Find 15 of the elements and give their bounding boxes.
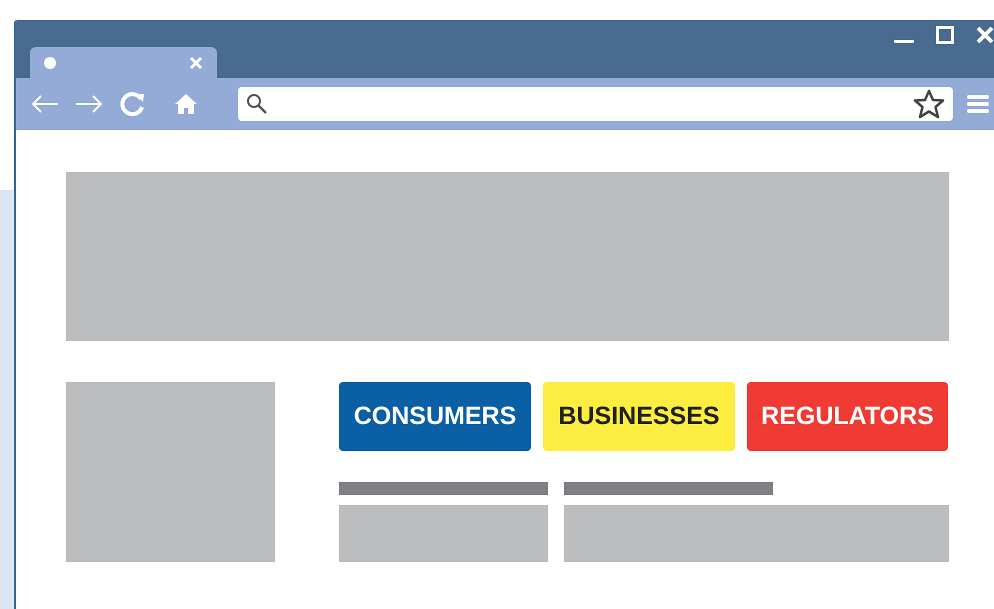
category-button[interactable]: BUSINESSES: [543, 382, 735, 451]
forward-arrow-icon[interactable]: [74, 94, 104, 114]
search-icon: [246, 93, 268, 115]
close-icon[interactable]: [976, 26, 994, 44]
category-button[interactable]: REGULATORS: [747, 382, 948, 451]
close-icon[interactable]: [189, 56, 203, 70]
category-button[interactable]: CONSUMERS: [339, 382, 531, 451]
back-arrow-icon[interactable]: [30, 94, 60, 114]
dot-icon: [44, 56, 56, 68]
home-icon[interactable]: [174, 93, 198, 115]
browser-tab[interactable]: [30, 47, 217, 78]
reload-icon[interactable]: [120, 91, 146, 117]
star-icon[interactable]: [913, 89, 945, 119]
maximize-icon[interactable]: [936, 26, 954, 44]
menu-icon[interactable]: [967, 94, 989, 114]
